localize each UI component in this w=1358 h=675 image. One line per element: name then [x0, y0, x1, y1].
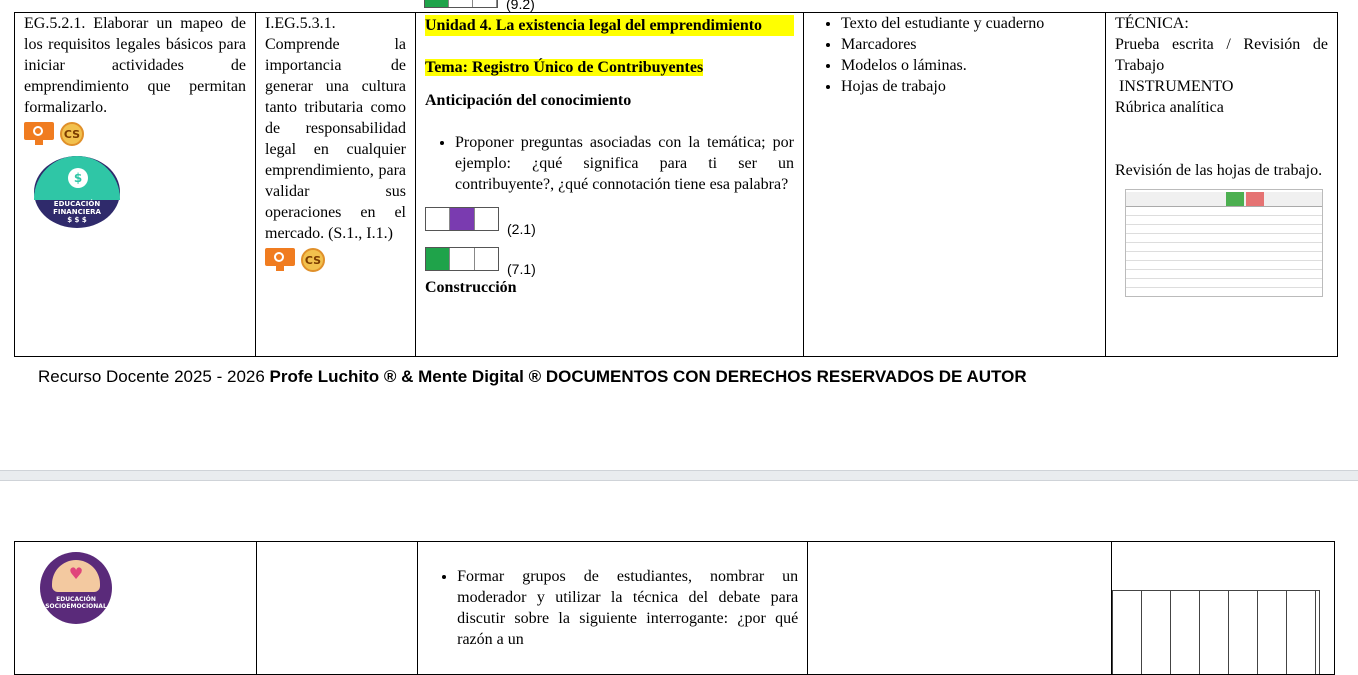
revision-text: Revisión de las hojas de trabajo. — [1115, 162, 1323, 179]
destreza-cell: EG.5.2.1. Elaborar un mapeo de los requi… — [14, 12, 256, 357]
cs-icon: CS — [60, 122, 84, 146]
rubric-thumbnail — [1125, 189, 1323, 297]
resource-icons: CS — [265, 248, 406, 272]
indicador-text: I.EG.5.3.1. Comprende la importancia de … — [265, 15, 406, 242]
tecnica-label: TÉCNICA: — [1115, 15, 1189, 32]
instrumento-text: Rúbrica analítica — [1115, 99, 1224, 116]
bar-code: (2.1) — [507, 221, 536, 237]
cs-icon: CS — [301, 248, 325, 272]
document-page-2: ♥ EDUCACIÓN SOCIOEMOCIONAL Formar grupos… — [0, 481, 1358, 675]
evaluacion-cell: TÉCNICA: Prueba escrita / Revisión de Tr… — [1105, 12, 1338, 357]
actividades-cell: Unidad 4. La existencia legal del empren… — [415, 12, 804, 357]
heart-icon: ♥ — [68, 564, 84, 583]
coin-icon: $ — [68, 168, 88, 188]
list-item: Proponer preguntas asociadas con la temá… — [455, 132, 794, 195]
tecnica-text: Prueba escrita / Revisión de Trabajo — [1115, 36, 1328, 74]
list-item: Texto del estudiante y cuaderno — [841, 14, 1096, 35]
construccion-title: Construcción — [425, 279, 517, 296]
table-row: EG.5.2.1. Elaborar un mapeo de los requi… — [14, 12, 1338, 357]
topic-title: Tema: Registro Único de Contribuyentes — [425, 59, 704, 76]
list-item: Marcadores — [841, 34, 1096, 55]
anticipacion-title: Anticipación del conocimiento — [425, 92, 632, 109]
materials-list: Texto del estudiante y cuadernoMarcadore… — [813, 14, 1096, 98]
document-page-1: (9.2) EG.5.2.1. Elaborar un mapeo de los… — [0, 0, 1358, 470]
educacion-financiera-badge: $ EDUCACIÓN FINANCIERA $ $ $ — [34, 156, 120, 228]
unit-title: Unidad 4. La existencia legal del empren… — [425, 15, 794, 36]
activity-list: Formar grupos de estudiantes, nombrar un… — [427, 566, 798, 650]
page-separator — [0, 470, 1358, 481]
recursos-cell: Texto del estudiante y cuadernoMarcadore… — [803, 12, 1106, 357]
footer-copyright: Recurso Docente 2025 - 2026 Profe Luchit… — [38, 367, 1027, 386]
planning-table: EG.5.2.1. Elaborar un mapeo de los requi… — [14, 12, 1338, 357]
bar-code: (7.1) — [507, 261, 536, 277]
progress-bar-1: (2.1) — [425, 207, 794, 237]
list-item: Formar grupos de estudiantes, nombrar un… — [457, 566, 798, 650]
monitor-icon — [265, 248, 295, 272]
indicador-cell: I.EG.5.3.1. Comprende la importancia de … — [255, 12, 416, 357]
anticipacion-list: Proponer preguntas asociadas con la temá… — [425, 132, 794, 195]
list-item: Hojas de trabajo — [841, 76, 1096, 97]
top-bar-indicator: (9.2) — [424, 0, 535, 12]
list-item: Modelos o láminas. — [841, 55, 1096, 76]
destreza-text: EG.5.2.1. Elaborar un mapeo de los requi… — [24, 15, 246, 116]
educacion-socioemocional-badge: ♥ EDUCACIÓN SOCIOEMOCIONAL — [40, 552, 112, 624]
progress-bar-2: (7.1) — [425, 247, 794, 277]
resource-icons: CS — [24, 122, 246, 146]
instrumento-label: INSTRUMENTO — [1119, 78, 1234, 95]
monitor-icon — [24, 122, 54, 146]
bar-code: (9.2) — [506, 0, 535, 12]
